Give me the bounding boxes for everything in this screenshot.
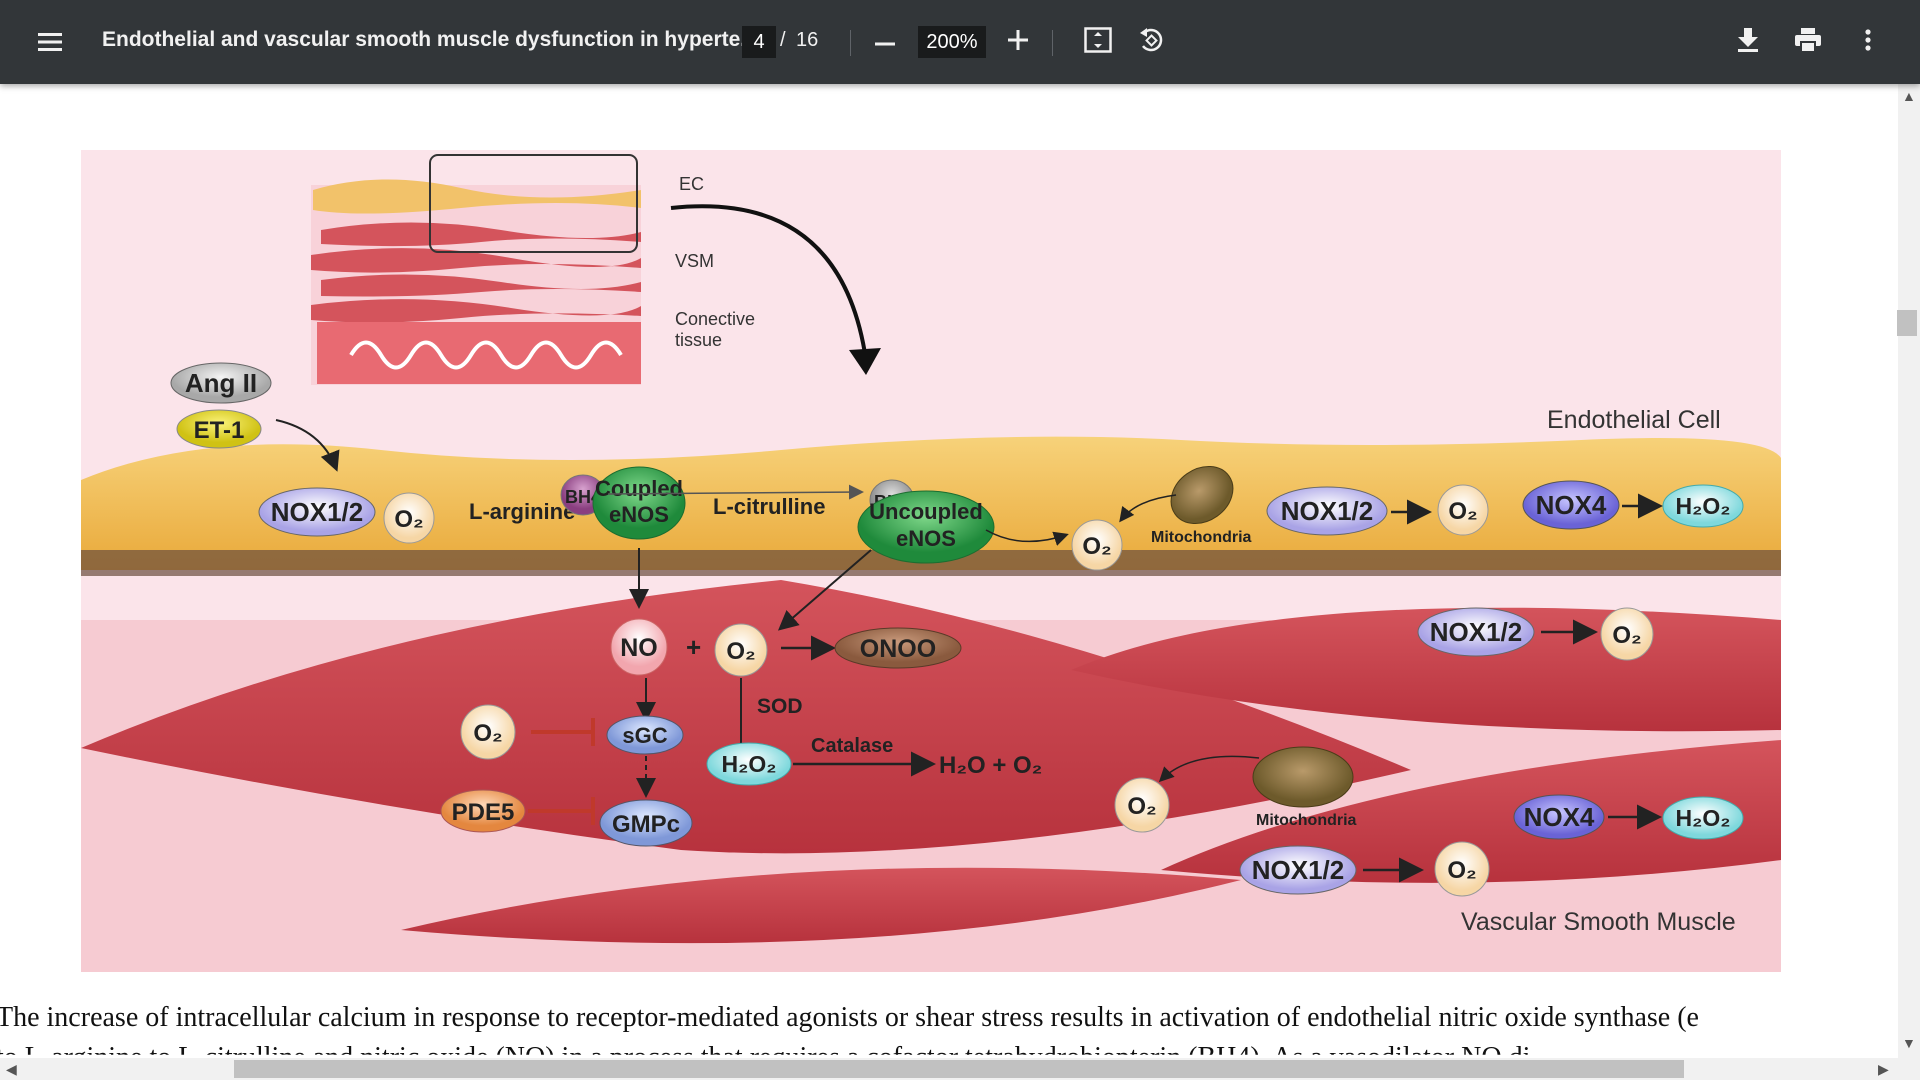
sgc-label: sGC <box>622 723 667 748</box>
uncoupled-label: Uncoupled <box>869 499 983 524</box>
more-vert-icon <box>1865 28 1871 56</box>
label-tissue: tissue <box>675 330 722 350</box>
document-title: Endothelial and vascular smooth muscle d… <box>102 28 758 51</box>
h2o2-label: H₂O₂ <box>1676 493 1731 519</box>
total-pages: 16 <box>796 29 819 51</box>
o2-label: O₂ <box>726 638 755 665</box>
o2-label: O₂ <box>1448 498 1477 525</box>
download-button[interactable] <box>1728 22 1768 62</box>
label-vsm: VSM <box>675 251 714 271</box>
plus-icon <box>1008 29 1028 55</box>
plus-label: + <box>686 632 701 662</box>
gmpc-label: GMPc <box>612 811 680 838</box>
minus-icon <box>875 33 895 51</box>
coupled-label: Coupled <box>595 476 683 501</box>
nox12-label: NOX1/2 <box>1430 617 1523 647</box>
no-label: NO <box>620 634 658 662</box>
o2-label: O₂ <box>473 720 502 747</box>
o2-label: O₂ <box>394 506 423 533</box>
nox12-label: NOX1/2 <box>1281 496 1374 526</box>
toolbar-divider <box>850 30 851 56</box>
vertical-scrollbar-thumb[interactable] <box>1897 310 1917 336</box>
more-options-button[interactable] <box>1848 22 1888 62</box>
zoom-out-button[interactable] <box>865 22 905 62</box>
label-endothelial-cell: Endothelial Cell <box>1547 406 1721 434</box>
lcitrulline-label: L-citrulline <box>713 494 825 519</box>
larginine-label: L-arginine <box>469 499 575 524</box>
h2o-o2-label: H₂O + O₂ <box>939 752 1042 779</box>
h2o2-label: H₂O₂ <box>722 751 777 777</box>
paragraph-line: to L-arginine to L-citrulline and nitric… <box>0 1042 1531 1058</box>
label-vascular-smooth-muscle: Vascular Smooth Muscle <box>1461 908 1736 936</box>
mitochondria-label: Mitochondria <box>1256 812 1357 829</box>
download-icon <box>1737 27 1759 58</box>
mitochondria-label: Mitochondria <box>1151 529 1252 546</box>
rotate-icon <box>1137 26 1165 59</box>
nox12-label: NOX1/2 <box>1252 855 1345 885</box>
label-connective: Conective <box>675 309 755 329</box>
zoom-input[interactable]: 200% <box>918 26 986 58</box>
page-separator: / <box>780 29 786 51</box>
scroll-up-arrow-icon[interactable]: ▲ <box>1902 88 1916 104</box>
o2-label: O₂ <box>1082 533 1111 560</box>
o2-label: O₂ <box>1447 857 1476 884</box>
rotate-button[interactable] <box>1131 22 1171 62</box>
page-number-input[interactable]: 4 <box>742 26 776 58</box>
o2-label: O₂ <box>1612 622 1641 649</box>
vertical-scrollbar[interactable] <box>1898 84 1920 1058</box>
onoo-label: ONOO <box>860 635 936 663</box>
et1-label: ET-1 <box>194 417 245 444</box>
vessel-wall-inset <box>311 154 641 385</box>
horizontal-scrollbar-thumb[interactable] <box>234 1060 1684 1078</box>
scroll-right-arrow-icon[interactable]: ▶ <box>1878 1061 1889 1078</box>
sod-label: SOD <box>757 695 803 718</box>
pdf-toolbar: Endothelial and vascular smooth muscle d… <box>0 0 1920 84</box>
pde5-label: PDE5 <box>452 799 515 826</box>
fit-page-icon <box>1084 26 1112 58</box>
enos-label: eNOS <box>609 502 669 527</box>
menu-icon[interactable] <box>30 22 70 62</box>
catalase-label: Catalase <box>811 735 893 757</box>
paragraph-line: The increase of intracellular calcium in… <box>0 1002 1699 1033</box>
figure-diagram: EC VSM Conective tissue Endothelial Cell… <box>81 150 1781 972</box>
toolbar-divider <box>1052 30 1053 56</box>
print-icon <box>1794 27 1822 58</box>
nox4-label: NOX4 <box>1536 490 1607 520</box>
ang2-label: Ang II <box>185 368 257 398</box>
o2-label: O₂ <box>1127 793 1156 820</box>
label-ec: EC <box>679 174 704 194</box>
h2o2-label: H₂O₂ <box>1676 805 1731 831</box>
nox4-label: NOX4 <box>1524 802 1595 832</box>
print-button[interactable] <box>1788 22 1828 62</box>
nox12-label: NOX1/2 <box>271 497 364 527</box>
zoom-in-button[interactable] <box>998 22 1038 62</box>
scroll-down-arrow-icon[interactable]: ▼ <box>1902 1035 1916 1051</box>
fit-page-button[interactable] <box>1078 22 1118 62</box>
document-viewport: EC VSM Conective tissue Endothelial Cell… <box>0 84 1898 1058</box>
enos-label: eNOS <box>896 526 956 551</box>
scroll-left-arrow-icon[interactable]: ◀ <box>6 1061 17 1078</box>
